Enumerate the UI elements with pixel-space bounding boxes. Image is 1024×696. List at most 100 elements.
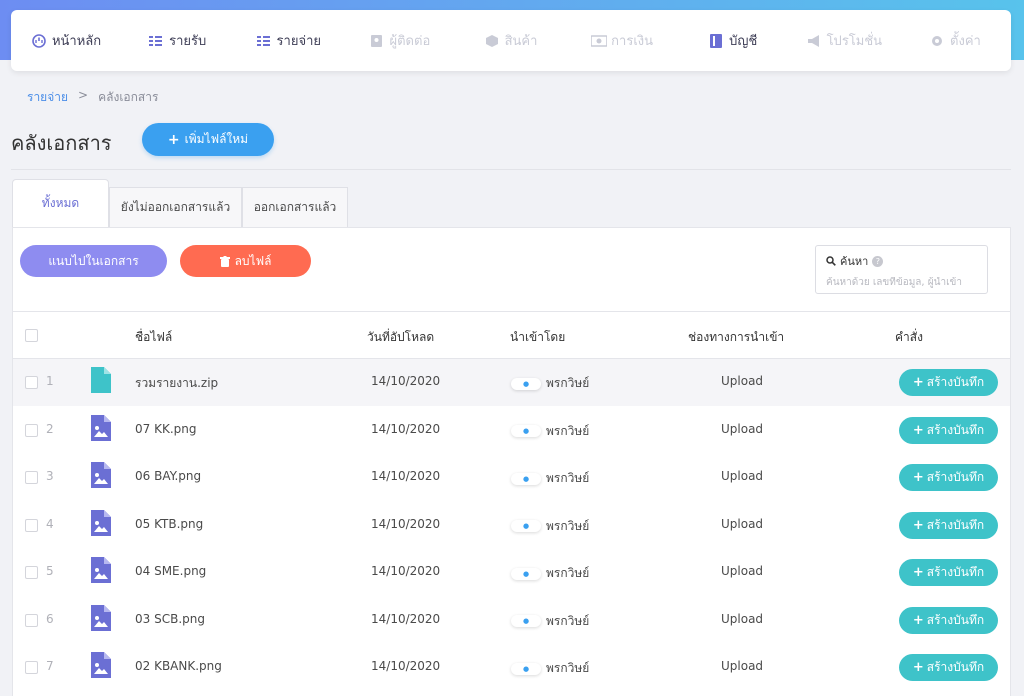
plus-icon: + xyxy=(167,131,180,148)
attach-to-document-button[interactable]: แนบไปในเอกสาร xyxy=(20,245,167,277)
nav-item-label: หน้าหลัก xyxy=(51,34,102,49)
gauge-icon xyxy=(32,33,46,48)
import-channel: Upload xyxy=(721,611,764,626)
tab-issued[interactable]: ออกเอกสารแล้ว xyxy=(242,187,348,228)
create-note-label: สร้างบันทึก xyxy=(926,422,985,437)
uploader-avatar-icon: ● xyxy=(511,520,541,532)
create-note-button[interactable]: + สร้างบันทึก xyxy=(899,559,998,586)
file-name[interactable]: รวมรายงาน.zip xyxy=(135,374,218,393)
plus-icon: + xyxy=(912,517,924,533)
search-icon xyxy=(826,256,836,266)
row-checkbox[interactable] xyxy=(25,613,38,627)
plus-icon: + xyxy=(912,660,924,675)
breadcrumb-current: คลังเอกสาร xyxy=(98,90,159,104)
table-row[interactable]: 6 03 SCB.png 14/10/2020 ● พรกวิษย์ Upload + สร้… xyxy=(13,597,1010,644)
imported-by: พรกวิษย์ xyxy=(546,471,590,485)
tab-not-issued[interactable]: ยังไม่ออกเอกสารแล้ว xyxy=(109,187,242,228)
nav-item-label: การเงิน xyxy=(611,34,654,49)
table-row[interactable]: 2 07 KK.png 14/10/2020 ● พรกวิษย์ Upload + สร้า… xyxy=(13,407,1010,454)
create-note-button[interactable]: + สร้างบันทึก xyxy=(899,416,998,444)
table-row[interactable]: 4 05 KTB.png 14/10/2020 ● พรกวิษย์ Upload + สร้… xyxy=(13,502,1010,549)
row-number: 4 xyxy=(46,516,54,531)
upload-date: 14/10/2020 xyxy=(371,564,441,578)
nav-item-gauge[interactable]: หน้าหลัก xyxy=(11,30,122,51)
delete-file-button[interactable]: ลบไฟล์ xyxy=(180,245,311,277)
table-row[interactable]: 5 04 SME.png 14/10/2020 ● พรกวิษย์ Upload + สร้… xyxy=(13,549,1010,596)
table-row[interactable]: 7 02 KBANK.png 14/10/2020 ● พรกวิษย์ Upload + ส… xyxy=(13,644,1010,691)
file-name[interactable]: 03 SCB.png xyxy=(135,612,205,626)
import-channel: Upload xyxy=(721,374,764,388)
select-all-checkbox[interactable] xyxy=(25,329,38,342)
row-number: 2 xyxy=(46,421,54,436)
add-file-button[interactable]: + เพิ่มไฟล์ใหม่ xyxy=(142,123,274,156)
row-number: 6 xyxy=(46,611,54,626)
breadcrumb-separator: > xyxy=(78,88,89,102)
nav-item-ledger[interactable]: บัญชี xyxy=(678,30,789,51)
create-note-label: สร้างบันทึก xyxy=(926,470,985,484)
title-divider xyxy=(11,169,1011,170)
upload-date: 14/10/2020 xyxy=(371,469,441,483)
uploader-avatar-icon: ● xyxy=(511,377,541,390)
image-file-icon xyxy=(91,652,111,678)
imported-by: พรกวิษย์ xyxy=(546,613,590,628)
plus-icon: + xyxy=(912,470,924,485)
nav-item-income[interactable]: รายรับ xyxy=(122,30,233,51)
breadcrumb-link-expense[interactable]: รายจ่าย xyxy=(27,88,68,107)
row-checkbox[interactable] xyxy=(25,423,38,437)
imported-by: พรกวิษย์ xyxy=(546,518,590,533)
nav-item-megaphone: โปรโมชั่น xyxy=(789,30,900,51)
uploader-avatar-icon: ● xyxy=(511,567,541,580)
search-box: ค้นหา ? xyxy=(815,245,988,294)
upload-date: 14/10/2020 xyxy=(371,611,441,626)
row-checkbox[interactable] xyxy=(25,518,38,532)
create-note-button[interactable]: + สร้างบันทึก xyxy=(899,464,998,491)
nav-item-label: รายจ่าย xyxy=(276,34,321,49)
row-checkbox[interactable] xyxy=(25,661,38,674)
upload-date: 14/10/2020 xyxy=(371,374,441,388)
create-note-button[interactable]: + สร้างบันทึก xyxy=(899,654,998,681)
nav-item-label: รายรับ xyxy=(169,34,207,49)
upload-date: 14/10/2020 xyxy=(371,516,441,531)
delete-file-label: ลบไฟล์ xyxy=(234,253,272,268)
imported-by: พรกวิษย์ xyxy=(546,566,590,580)
gear-icon xyxy=(930,34,944,48)
file-name[interactable]: 06 BAY.png xyxy=(135,469,201,483)
file-name[interactable]: 04 SME.png xyxy=(135,564,206,578)
file-name[interactable]: 02 KBANK.png xyxy=(135,659,222,673)
search-label: ค้นหา xyxy=(840,255,869,268)
image-file-icon xyxy=(91,414,111,441)
create-note-button[interactable]: + สร้างบันทึก xyxy=(899,369,998,396)
create-note-button[interactable]: + สร้างบันทึก xyxy=(899,511,998,539)
expense-icon xyxy=(256,34,271,48)
uploader-avatar-icon: ● xyxy=(511,472,541,485)
table-header: ชื่อไฟล์ วันที่อัปโหลด นำเข้าโดย ช่องทาง… xyxy=(13,311,1010,359)
import-channel: Upload xyxy=(721,469,764,483)
header-filename[interactable]: ชื่อไฟล์ xyxy=(135,328,172,347)
header-import-channel[interactable]: ช่องทางการนำเข้า xyxy=(688,328,784,347)
help-icon[interactable]: ? xyxy=(872,255,884,267)
create-note-button[interactable]: + สร้างบันทึก xyxy=(899,606,998,634)
nav-item-gear: ตั้งค่า xyxy=(900,30,1011,51)
row-checkbox[interactable] xyxy=(25,566,38,579)
plus-icon: + xyxy=(912,422,924,438)
document-panel: แนบไปในเอกสาร ลบไฟล์ ค้นหา ? ชื่อไฟล์ วั… xyxy=(12,227,1011,696)
table-row[interactable]: 3 06 BAY.png 14/10/2020 ● พรกวิษย์ Upload + สร้… xyxy=(13,454,1010,501)
import-channel: Upload xyxy=(721,564,764,578)
file-name[interactable]: 05 KTB.png xyxy=(135,517,203,531)
nav-item-label: โปรโมชั่น xyxy=(826,34,883,49)
plus-icon: + xyxy=(912,375,924,390)
table-row[interactable]: 1 รวมรายงาน.zip 14/10/2020 ● พรกวิษย์ Upload +… xyxy=(13,359,1010,406)
row-checkbox[interactable] xyxy=(25,376,38,389)
header-imported-by[interactable]: นำเข้าโดย xyxy=(510,328,565,347)
file-name[interactable]: 07 KK.png xyxy=(135,422,196,436)
tab-bar: ทั้งหมด ยังไม่ออกเอกสารแล้ว ออกเอกสารแล้… xyxy=(12,179,348,228)
megaphone-icon xyxy=(807,34,821,48)
nav-item-expense[interactable]: รายจ่าย xyxy=(233,30,344,51)
plus-icon: + xyxy=(912,565,924,580)
tab-all[interactable]: ทั้งหมด xyxy=(12,179,109,228)
header-upload-date[interactable]: วันที่อัปโหลด xyxy=(367,328,434,347)
import-channel: Upload xyxy=(721,421,764,436)
search-input[interactable] xyxy=(826,277,976,288)
add-file-label: เพิ่มไฟล์ใหม่ xyxy=(184,132,249,146)
row-checkbox[interactable] xyxy=(25,471,38,484)
